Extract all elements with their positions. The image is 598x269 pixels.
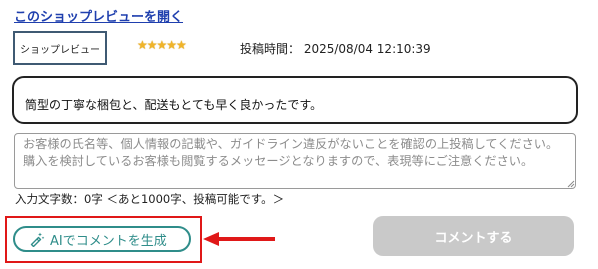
resize-grip-icon[interactable] — [567, 180, 575, 188]
ai-generate-label: AIでコメントを生成 — [50, 233, 167, 249]
red-arrow-icon — [203, 232, 275, 246]
char-count: 入力文字数：0字 ＜あと1000字、投稿可能です。＞ — [15, 192, 285, 206]
post-time: 投稿時間： 2025/08/04 12:10:39 — [240, 42, 431, 56]
shop-review-tag: ショップレビュー — [13, 31, 107, 65]
ai-generate-comment-button[interactable]: AIでコメントを生成 — [13, 226, 191, 252]
comment-input[interactable] — [14, 133, 576, 189]
review-body: 筒型の丁寧な梱包と、配送もとても早く良かったです。 — [12, 76, 578, 124]
magic-wand-icon — [30, 232, 45, 247]
open-shop-review-link[interactable]: このショップレビューを開く — [14, 6, 183, 25]
star-rating: ★★★★★ — [137, 38, 187, 52]
submit-comment-button[interactable]: コメントする — [373, 216, 574, 256]
